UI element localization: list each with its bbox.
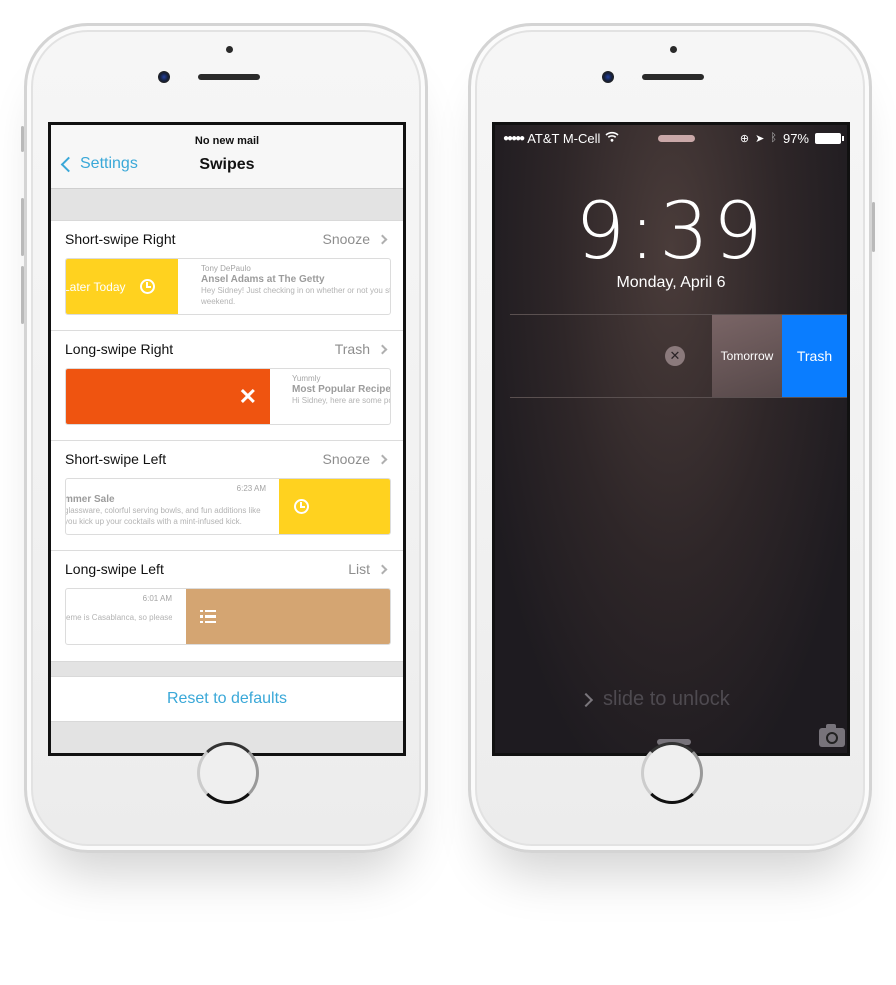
bluetooth-icon: ᛒ <box>770 132 777 144</box>
swipe-setting-cell[interactable]: Long-swipe Right Trash <box>65 341 389 357</box>
front-camera <box>158 71 170 83</box>
navigation-bar: No new mail Settings Swipes <box>51 125 403 189</box>
status-text: No new mail <box>194 135 260 147</box>
swipe-value: List <box>348 561 370 577</box>
action-label: Later Today <box>65 279 126 294</box>
proximity-sensor <box>226 46 233 53</box>
swipe-action-panel: ✕ <box>66 369 270 424</box>
wifi-icon <box>605 131 619 145</box>
front-camera <box>602 71 614 83</box>
chevron-right-icon <box>377 454 388 464</box>
swipe-action-panel <box>279 479 390 534</box>
chevron-right-icon <box>377 344 388 354</box>
carrier-name: AT&T M-Cell <box>527 130 601 146</box>
volume-up-button <box>21 198 24 256</box>
swipe-preview: 6:23 AM mmer Sale glassware, colorful se… <box>65 478 391 535</box>
swipe-value: Snooze <box>322 231 370 247</box>
unlock-text: slide to unlock <box>603 688 730 710</box>
reset-section: Reset to defaults <box>51 676 403 722</box>
mail-from: Tony DePaulo <box>201 264 251 273</box>
mail-subject: Most Popular Recipes <box>292 384 390 395</box>
swipe-row-long-right: Long-swipe Right Trash ✕ Yummly Most Pop… <box>51 331 403 441</box>
mail-body: Hi Sidney, here are some pop <box>292 396 390 405</box>
mail-time: 6:23 AM <box>236 484 266 493</box>
mail-subject: Ansel Adams at The Getty <box>201 274 325 285</box>
swipe-value: Snooze <box>322 451 370 467</box>
swipe-action-panel <box>186 589 390 644</box>
chevron-right-icon <box>578 692 594 707</box>
mail-body: glassware, colorful serving bowls, and f… <box>66 506 261 515</box>
swipe-value-wrap: Snooze <box>323 231 389 247</box>
status-icons: ⊕ ➤ ᛒ 97% <box>739 130 844 146</box>
swipe-action-panel: Later Today <box>66 259 178 314</box>
camera-icon[interactable] <box>819 724 845 747</box>
swipe-value-wrap: Snooze <box>323 451 389 467</box>
mail-body: eme is Casablanca, so please <box>66 613 172 622</box>
lock-date: Monday, April 6 <box>616 274 726 291</box>
swipe-row-long-left: Long-swipe Left List 6:01 AM eme is Casa… <box>51 551 403 661</box>
rotation-lock-icon: ⊕ <box>739 132 750 145</box>
home-button[interactable] <box>197 742 259 804</box>
swipe-value-wrap: List <box>348 561 389 577</box>
dismiss-icon[interactable]: ✕ <box>665 346 685 366</box>
location-arrow-icon: ➤ <box>755 132 765 145</box>
left-phone: No new mail Settings Swipes Short-swipe … <box>21 23 428 853</box>
mail-time: 6:01 AM <box>142 594 172 603</box>
close-icon: ✕ <box>238 383 257 409</box>
signal-strength-icon: ●●●●● <box>503 132 525 144</box>
battery-percent: 97% <box>782 130 809 146</box>
swipe-settings-list: Short-swipe Right Snooze Later Today Ton… <box>51 220 403 662</box>
mail-subject: mmer Sale <box>66 494 115 505</box>
swipe-setting-cell[interactable]: Short-swipe Right Snooze <box>65 231 389 247</box>
reset-to-defaults-button[interactable]: Reset to defaults <box>167 690 287 708</box>
clock-icon <box>139 279 155 294</box>
notification-center-grabber[interactable] <box>658 135 695 142</box>
mail-body-line2: weekend. <box>201 297 236 306</box>
home-button[interactable] <box>641 742 703 804</box>
list-icon <box>200 609 216 624</box>
swipe-label: Long-swipe Right <box>65 341 174 357</box>
tomorrow-action-button[interactable]: Tomorrow <box>712 315 782 397</box>
swipe-label: Long-swipe Left <box>65 561 164 577</box>
swipe-setting-cell[interactable]: Long-swipe Left List <box>65 561 389 577</box>
mute-switch <box>21 126 24 152</box>
mail-body-line2: you kick up your cocktails with a mint-i… <box>66 517 242 526</box>
swipe-label: Short-swipe Right <box>65 231 176 247</box>
swipe-row-short-left: Short-swipe Left Snooze 6:23 AM mmer Sal… <box>51 441 403 551</box>
battery-icon <box>815 132 844 144</box>
mail-preview: 6:01 AM eme is Casablanca, so please <box>66 589 172 644</box>
earpiece-speaker <box>198 74 260 80</box>
swipe-value: Trash <box>334 341 370 357</box>
slide-to-unlock[interactable]: slide to unlock <box>578 688 730 711</box>
right-phone: ●●●●● AT&T M-Cell ⊕ ➤ ᛒ 97% 9:39 Monday,… <box>468 23 875 853</box>
page-title: Swipes <box>199 156 255 173</box>
swipes-settings-screen: No new mail Settings Swipes Short-swipe … <box>48 122 406 756</box>
mail-preview: Yummly Most Popular Recipes Hi Sidney, h… <box>292 369 390 424</box>
notification-row[interactable]: ✕ Tomorrow Trash <box>510 314 847 398</box>
proximity-sensor <box>670 46 677 53</box>
volume-down-button <box>21 266 24 324</box>
swipe-preview: ✕ Yummly Most Popular Recipes Hi Sidney,… <box>65 368 391 425</box>
swipe-row-short-right: Short-swipe Right Snooze Later Today Ton… <box>51 221 403 331</box>
mail-from: Yummly <box>292 374 321 383</box>
swipe-preview: 6:01 AM eme is Casablanca, so please <box>65 588 391 645</box>
status-bar: ●●●●● AT&T M-Cell ⊕ ➤ ᛒ 97% <box>503 130 844 146</box>
earpiece-speaker <box>642 74 704 80</box>
mail-preview: Tony DePaulo Ansel Adams at The Getty He… <box>201 259 390 314</box>
mail-body: Hey Sidney! Just checking in on whether … <box>201 286 390 295</box>
chevron-right-icon <box>377 234 388 244</box>
chevron-right-icon <box>377 564 388 574</box>
swipe-setting-cell[interactable]: Short-swipe Left Snooze <box>65 451 389 467</box>
clock-icon <box>294 499 309 514</box>
swipe-value-wrap: Trash <box>335 341 389 357</box>
trash-action-button[interactable]: Trash <box>782 315 847 397</box>
swipe-label: Short-swipe Left <box>65 451 167 467</box>
swipe-preview: Later Today Tony DePaulo Ansel Adams at … <box>65 258 391 315</box>
lock-screen: ●●●●● AT&T M-Cell ⊕ ➤ ᛒ 97% 9:39 Monday,… <box>492 122 850 756</box>
power-button <box>872 202 875 252</box>
lock-clock: 9:39 <box>575 187 767 277</box>
mail-preview: 6:23 AM mmer Sale glassware, colorful se… <box>66 479 266 534</box>
